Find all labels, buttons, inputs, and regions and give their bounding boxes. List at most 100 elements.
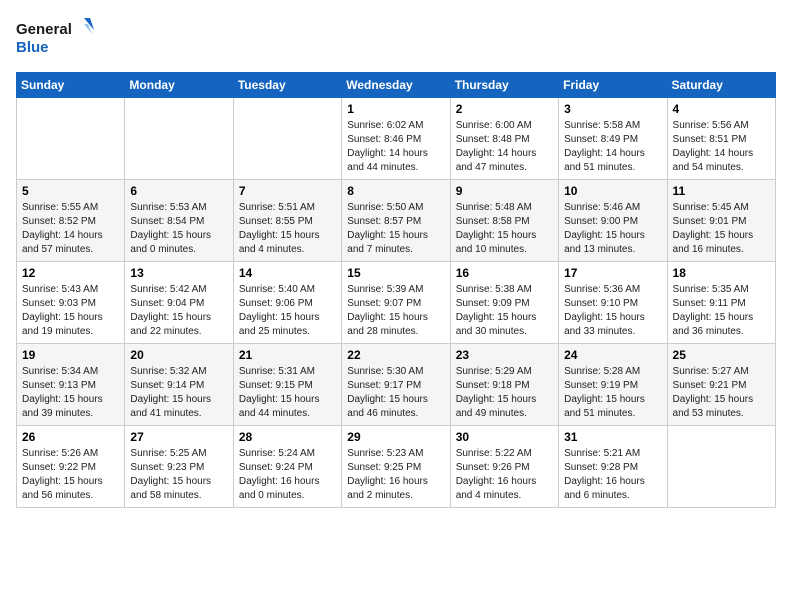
calendar-cell: 6Sunrise: 5:53 AM Sunset: 8:54 PM Daylig…: [125, 180, 233, 262]
calendar-cell: 30Sunrise: 5:22 AM Sunset: 9:26 PM Dayli…: [450, 426, 558, 508]
day-info: Sunrise: 6:00 AM Sunset: 8:48 PM Dayligh…: [456, 119, 553, 175]
day-number: 28: [239, 430, 336, 444]
calendar-cell: 21Sunrise: 5:31 AM Sunset: 9:15 PM Dayli…: [233, 344, 341, 426]
day-number: 3: [564, 102, 661, 116]
calendar-cell: [125, 98, 233, 180]
day-number: 14: [239, 266, 336, 280]
day-info: Sunrise: 5:55 AM Sunset: 8:52 PM Dayligh…: [22, 201, 119, 257]
calendar-week-row: 19Sunrise: 5:34 AM Sunset: 9:13 PM Dayli…: [17, 344, 776, 426]
day-info: Sunrise: 5:56 AM Sunset: 8:51 PM Dayligh…: [673, 119, 770, 175]
calendar-cell: 24 Sunrise: 5:28 AM Sunset: 9:19 PM Dayli…: [559, 344, 667, 426]
calendar-header-row: SundayMondayTuesdayWednesdayThursdayFrid…: [17, 73, 776, 98]
calendar-cell: 10 Sunrise: 5:46 AM Sunset: 9:00 PM Dayli…: [559, 180, 667, 262]
calendar-table: SundayMondayTuesdayWednesdayThursdayFrid…: [16, 72, 776, 508]
day-info: Sunrise: 5:58 AM Sunset: 8:49 PM Dayligh…: [564, 119, 661, 175]
day-number: 27: [130, 430, 227, 444]
calendar-cell: 19Sunrise: 5:34 AM Sunset: 9:13 PM Dayli…: [17, 344, 125, 426]
calendar-cell: 1 Sunrise: 6:02 AM Sunset: 8:46 PM Daylig…: [342, 98, 450, 180]
calendar-week-row: 12 Sunrise: 5:43 AM Sunset: 9:03 PM Dayli…: [17, 262, 776, 344]
calendar-cell: 28 Sunrise: 5:24 AM Sunset: 9:24 PM Dayli…: [233, 426, 341, 508]
calendar-cell: 26 Sunrise: 5:26 AM Sunset: 9:22 PM Dayli…: [17, 426, 125, 508]
day-number: 24: [564, 348, 661, 362]
svg-text:General: General: [16, 21, 72, 38]
day-info: Sunrise: 5:46 AM Sunset: 9:00 PM Dayligh…: [564, 201, 661, 257]
day-info: Sunrise: 5:39 AM Sunset: 9:07 PM Dayligh…: [347, 283, 444, 339]
calendar-week-row: 5 Sunrise: 5:55 AM Sunset: 8:52 PM Daylig…: [17, 180, 776, 262]
day-number: 30: [456, 430, 553, 444]
day-number: 25: [673, 348, 770, 362]
day-number: 5: [22, 184, 119, 198]
weekday-header: Tuesday: [233, 73, 341, 98]
day-info: Sunrise: 5:45 AM Sunset: 9:01 PM Dayligh…: [673, 201, 770, 257]
calendar-cell: 29 Sunrise: 5:23 AM Sunset: 9:25 PM Dayli…: [342, 426, 450, 508]
day-info: Sunrise: 5:43 AM Sunset: 9:03 PM Dayligh…: [22, 283, 119, 339]
day-info: Sunrise: 5:50 AM Sunset: 8:57 PM Dayligh…: [347, 201, 444, 257]
calendar-week-row: 26 Sunrise: 5:26 AM Sunset: 9:22 PM Dayli…: [17, 426, 776, 508]
day-number: 10: [564, 184, 661, 198]
calendar-cell: 31Sunrise: 5:21 AM Sunset: 9:28 PM Dayli…: [559, 426, 667, 508]
calendar-cell: 23Sunrise: 5:29 AM Sunset: 9:18 PM Dayli…: [450, 344, 558, 426]
day-number: 29: [347, 430, 444, 444]
day-number: 12: [22, 266, 119, 280]
day-number: 22: [347, 348, 444, 362]
day-number: 13: [130, 266, 227, 280]
calendar-cell: 18Sunrise: 5:35 AM Sunset: 9:11 PM Dayli…: [667, 262, 775, 344]
day-number: 2: [456, 102, 553, 116]
calendar-cell: 5 Sunrise: 5:55 AM Sunset: 8:52 PM Daylig…: [17, 180, 125, 262]
day-info: Sunrise: 5:24 AM Sunset: 9:24 PM Dayligh…: [239, 447, 336, 503]
day-number: 8: [347, 184, 444, 198]
calendar-cell: [17, 98, 125, 180]
day-number: 1: [347, 102, 444, 116]
day-info: Sunrise: 5:42 AM Sunset: 9:04 PM Dayligh…: [130, 283, 227, 339]
day-info: Sunrise: 5:48 AM Sunset: 8:58 PM Dayligh…: [456, 201, 553, 257]
day-info: Sunrise: 6:02 AM Sunset: 8:46 PM Dayligh…: [347, 119, 444, 175]
day-info: Sunrise: 5:27 AM Sunset: 9:21 PM Dayligh…: [673, 365, 770, 421]
weekday-header: Saturday: [667, 73, 775, 98]
day-number: 20: [130, 348, 227, 362]
calendar-cell: [233, 98, 341, 180]
day-number: 18: [673, 266, 770, 280]
calendar-cell: 27 Sunrise: 5:25 AM Sunset: 9:23 PM Dayli…: [125, 426, 233, 508]
day-number: 21: [239, 348, 336, 362]
weekday-header: Monday: [125, 73, 233, 98]
logo: General Blue: [16, 16, 96, 60]
day-info: Sunrise: 5:34 AM Sunset: 9:13 PM Dayligh…: [22, 365, 119, 421]
calendar-cell: 15 Sunrise: 5:39 AM Sunset: 9:07 PM Dayli…: [342, 262, 450, 344]
day-info: Sunrise: 5:26 AM Sunset: 9:22 PM Dayligh…: [22, 447, 119, 503]
calendar-cell: 3 Sunrise: 5:58 AM Sunset: 8:49 PM Daylig…: [559, 98, 667, 180]
day-number: 11: [673, 184, 770, 198]
weekday-header: Wednesday: [342, 73, 450, 98]
day-number: 16: [456, 266, 553, 280]
day-info: Sunrise: 5:25 AM Sunset: 9:23 PM Dayligh…: [130, 447, 227, 503]
calendar-cell: 8 Sunrise: 5:50 AM Sunset: 8:57 PM Daylig…: [342, 180, 450, 262]
calendar-cell: 17 Sunrise: 5:36 AM Sunset: 9:10 PM Dayli…: [559, 262, 667, 344]
calendar-cell: 7 Sunrise: 5:51 AM Sunset: 8:55 PM Daylig…: [233, 180, 341, 262]
calendar-cell: 9Sunrise: 5:48 AM Sunset: 8:58 PM Daylig…: [450, 180, 558, 262]
day-number: 4: [673, 102, 770, 116]
calendar-cell: 22 Sunrise: 5:30 AM Sunset: 9:17 PM Dayli…: [342, 344, 450, 426]
calendar-cell: 12 Sunrise: 5:43 AM Sunset: 9:03 PM Dayli…: [17, 262, 125, 344]
day-info: Sunrise: 5:40 AM Sunset: 9:06 PM Dayligh…: [239, 283, 336, 339]
calendar-week-row: 1 Sunrise: 6:02 AM Sunset: 8:46 PM Daylig…: [17, 98, 776, 180]
day-info: Sunrise: 5:30 AM Sunset: 9:17 PM Dayligh…: [347, 365, 444, 421]
day-number: 23: [456, 348, 553, 362]
weekday-header: Thursday: [450, 73, 558, 98]
weekday-header: Friday: [559, 73, 667, 98]
calendar-cell: 25 Sunrise: 5:27 AM Sunset: 9:21 PM Dayli…: [667, 344, 775, 426]
day-number: 7: [239, 184, 336, 198]
day-info: Sunrise: 5:28 AM Sunset: 9:19 PM Dayligh…: [564, 365, 661, 421]
calendar-cell: 11 Sunrise: 5:45 AM Sunset: 9:01 PM Dayli…: [667, 180, 775, 262]
calendar-cell: [667, 426, 775, 508]
day-info: Sunrise: 5:23 AM Sunset: 9:25 PM Dayligh…: [347, 447, 444, 503]
day-info: Sunrise: 5:32 AM Sunset: 9:14 PM Dayligh…: [130, 365, 227, 421]
day-number: 26: [22, 430, 119, 444]
day-info: Sunrise: 5:51 AM Sunset: 8:55 PM Dayligh…: [239, 201, 336, 257]
calendar-cell: 20 Sunrise: 5:32 AM Sunset: 9:14 PM Dayli…: [125, 344, 233, 426]
day-number: 17: [564, 266, 661, 280]
calendar-cell: 13 Sunrise: 5:42 AM Sunset: 9:04 PM Dayli…: [125, 262, 233, 344]
page-header: General Blue: [16, 16, 776, 60]
day-number: 15: [347, 266, 444, 280]
day-info: Sunrise: 5:36 AM Sunset: 9:10 PM Dayligh…: [564, 283, 661, 339]
day-number: 31: [564, 430, 661, 444]
day-info: Sunrise: 5:53 AM Sunset: 8:54 PM Dayligh…: [130, 201, 227, 257]
